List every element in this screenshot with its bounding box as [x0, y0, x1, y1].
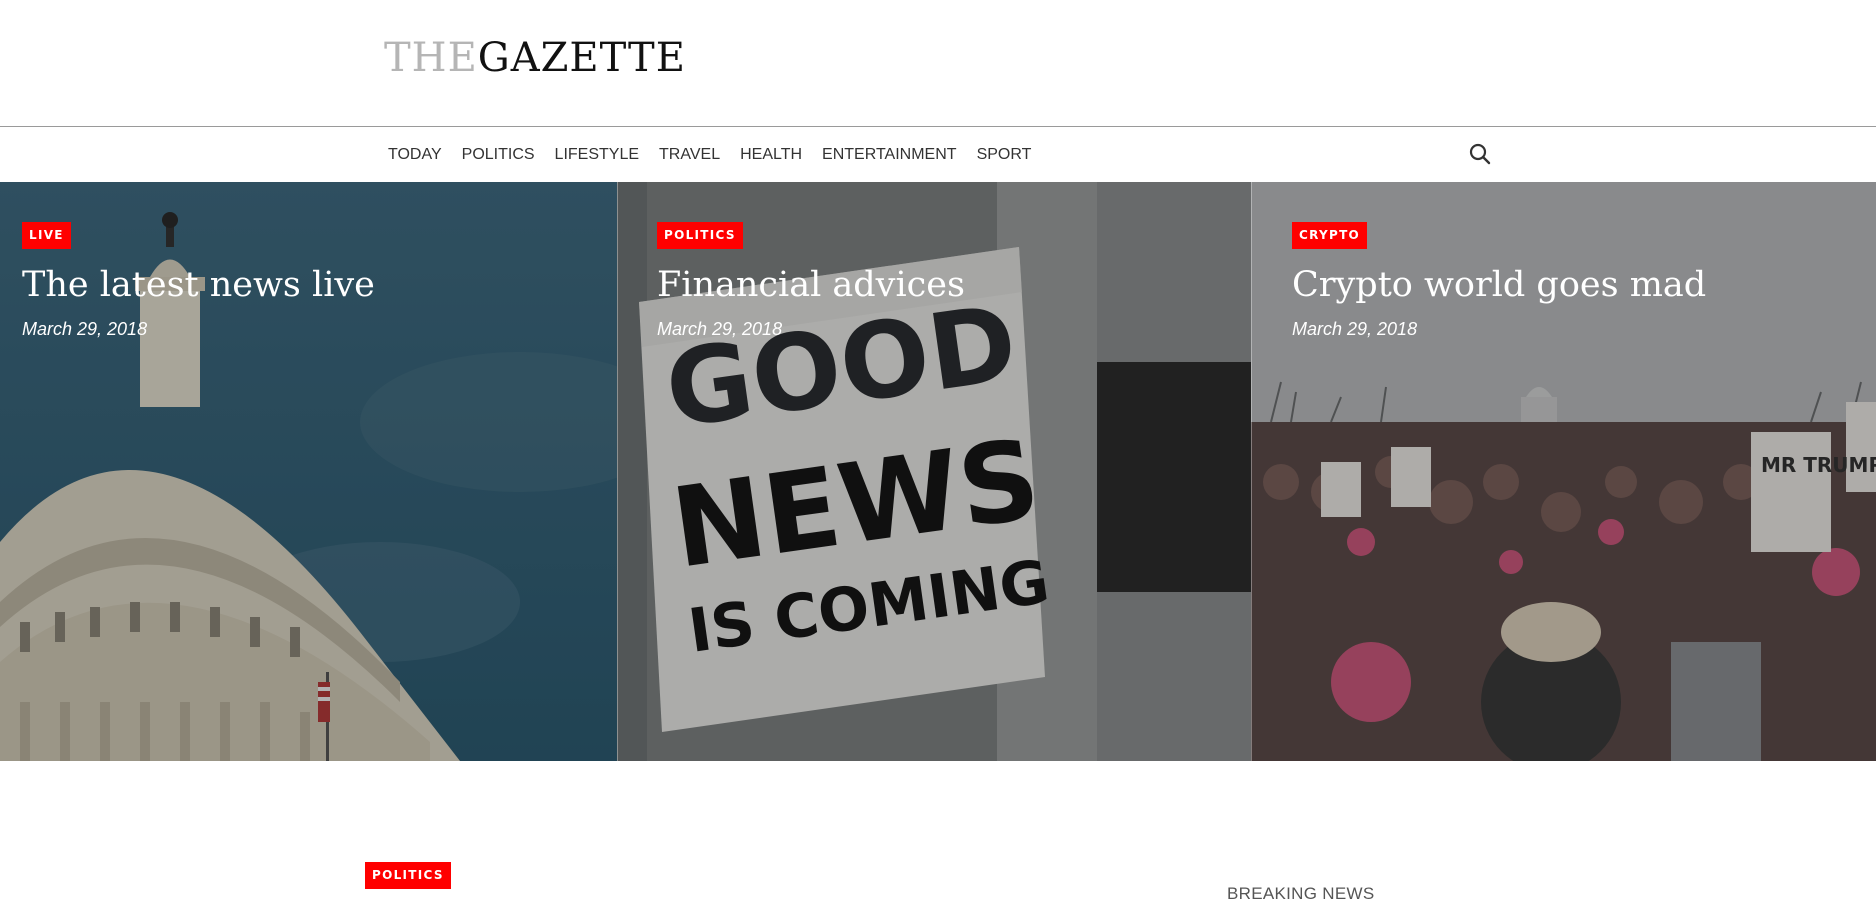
logo-gazette: GAZETTE — [477, 35, 686, 81]
nav-item-politics[interactable]: POLITICS — [462, 146, 535, 164]
nav-item-today[interactable]: TODAY — [388, 146, 442, 164]
card-content: CRYPTO Crypto world goes mad March 29, 2… — [1292, 222, 1856, 340]
card-date: March 29, 2018 — [657, 319, 783, 339]
search-icon[interactable] — [1468, 142, 1492, 166]
hero-card-live[interactable]: LIVE The latest news live March 29, 2018 — [0, 182, 617, 761]
site-header: THEGAZETTE — [0, 0, 1876, 127]
hero-card-politics[interactable]: GOOD NEWS IS COMING POLITICS Financial a… — [617, 182, 1251, 761]
nav-item-travel[interactable]: TRAVEL — [659, 146, 720, 164]
hero-divider — [617, 182, 618, 761]
card-date: March 29, 2018 — [1292, 319, 1418, 339]
main-nav: TODAY POLITICS LIFESTYLE TRAVEL HEALTH E… — [0, 128, 1876, 182]
hero-card-crypto[interactable]: MR TRUMP CRYPTO Crypto world goes mad Ma… — [1251, 182, 1876, 761]
badge-politics[interactable]: POLITICS — [657, 222, 743, 249]
nav-item-sport[interactable]: SPORT — [977, 146, 1032, 164]
nav-items: TODAY POLITICS LIFESTYLE TRAVEL HEALTH E… — [388, 128, 1051, 182]
section-badge-politics[interactable]: POLITICS — [365, 862, 451, 889]
card-title[interactable]: The latest news live — [22, 263, 597, 307]
nav-item-health[interactable]: HEALTH — [740, 146, 802, 164]
site-logo[interactable]: THEGAZETTE — [384, 34, 686, 82]
card-date: March 29, 2018 — [22, 319, 148, 339]
card-content: LIVE The latest news live March 29, 2018 — [22, 222, 597, 340]
hero-divider — [1251, 182, 1252, 761]
breaking-news-heading: BREAKING NEWS — [1227, 884, 1375, 903]
nav-item-entertainment[interactable]: ENTERTAINMENT — [822, 146, 957, 164]
card-title[interactable]: Financial advices — [657, 263, 1231, 307]
nav-item-lifestyle[interactable]: LIFESTYLE — [555, 146, 639, 164]
badge-crypto[interactable]: CRYPTO — [1292, 222, 1368, 249]
card-content: POLITICS Financial advices March 29, 201… — [657, 222, 1231, 340]
badge-live[interactable]: LIVE — [22, 222, 71, 249]
hero-section: LIVE The latest news live March 29, 2018… — [0, 182, 1876, 761]
card-title[interactable]: Crypto world goes mad — [1292, 263, 1856, 307]
logo-the: THE — [384, 35, 478, 81]
